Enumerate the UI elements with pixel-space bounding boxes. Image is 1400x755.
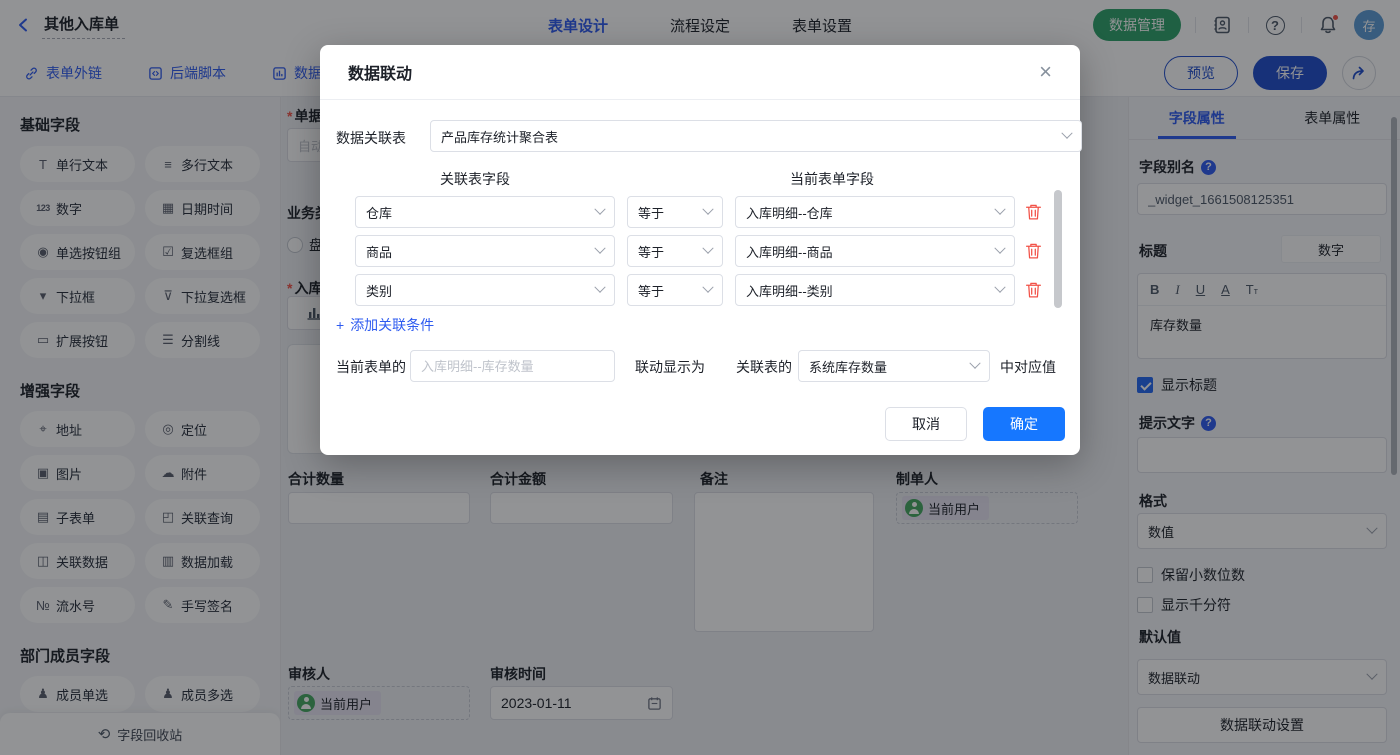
condition-right-select[interactable]: 入库明细--仓库: [735, 196, 1015, 228]
condition-operator-select[interactable]: 等于: [627, 196, 723, 228]
select-value: 等于: [638, 203, 664, 222]
select-value: 等于: [638, 281, 664, 300]
suffix-label: 中对应值: [1000, 357, 1056, 377]
chevron-down-icon: [594, 243, 605, 254]
rel-table-select[interactable]: 产品库存统计聚合表: [430, 120, 1082, 152]
cancel-button[interactable]: 取消: [885, 407, 967, 441]
chevron-down-icon: [994, 243, 1005, 254]
select-value: 产品库存统计聚合表: [441, 127, 558, 146]
condition-left-select[interactable]: 商品: [355, 235, 615, 267]
add-condition-link[interactable]: + 添加关联条件: [336, 315, 434, 335]
data-linkage-modal: 数据联动 × 数据关联表 产品库存统计聚合表 关联表字段 当前表单字段 仓库 等…: [320, 45, 1080, 455]
select-value: 商品: [366, 242, 392, 261]
condition-operator-select[interactable]: 等于: [627, 274, 723, 306]
select-value: 入库明细--商品: [746, 242, 833, 261]
chevron-down-icon: [969, 358, 980, 369]
trash-icon: [1025, 203, 1042, 221]
conditions-scrollbar[interactable]: [1054, 190, 1062, 308]
condition-right-select[interactable]: 入库明细--商品: [735, 235, 1015, 267]
rel-field-select[interactable]: 系统库存数量: [798, 350, 990, 382]
chevron-down-icon: [594, 282, 605, 293]
modal-title: 数据联动: [348, 60, 412, 84]
form-designer-app: 其他入库单 表单设计 流程设定 表单设置 数据管理 ? 存: [0, 0, 1400, 755]
display-as-label: 联动显示为: [635, 357, 705, 377]
select-value: 等于: [638, 242, 664, 261]
add-condition-label: 添加关联条件: [350, 315, 434, 335]
delete-condition-button[interactable]: [1025, 202, 1043, 222]
chevron-down-icon: [702, 282, 713, 293]
chevron-down-icon: [594, 204, 605, 215]
select-value: 仓库: [366, 203, 392, 222]
rel-table-label: 数据关联表: [336, 128, 406, 148]
delete-condition-button[interactable]: [1025, 280, 1043, 300]
plus-icon: +: [336, 317, 344, 333]
delete-condition-button[interactable]: [1025, 241, 1043, 261]
select-value: 入库明细--仓库: [746, 203, 833, 222]
chevron-down-icon: [702, 204, 713, 215]
condition-right-select[interactable]: 入库明细--类别: [735, 274, 1015, 306]
trash-icon: [1025, 242, 1042, 260]
condition-left-select[interactable]: 类别: [355, 274, 615, 306]
current-field-input[interactable]: [410, 350, 615, 382]
column-header-left: 关联表字段: [440, 169, 510, 189]
confirm-button[interactable]: 确定: [983, 407, 1065, 441]
rel-table-of-label: 关联表的: [736, 357, 792, 377]
chevron-down-icon: [994, 204, 1005, 215]
select-value: 类别: [366, 281, 392, 300]
chevron-down-icon: [994, 282, 1005, 293]
close-icon[interactable]: ×: [1039, 61, 1052, 83]
condition-left-select[interactable]: 仓库: [355, 196, 615, 228]
trash-icon: [1025, 281, 1042, 299]
column-header-right: 当前表单字段: [790, 169, 874, 189]
condition-operator-select[interactable]: 等于: [627, 235, 723, 267]
current-form-label: 当前表单的: [336, 357, 406, 377]
select-value: 入库明细--类别: [746, 281, 833, 300]
chevron-down-icon: [702, 243, 713, 254]
select-value: 系统库存数量: [809, 357, 887, 376]
modal-header: 数据联动 ×: [320, 45, 1080, 100]
chevron-down-icon: [1061, 128, 1072, 139]
